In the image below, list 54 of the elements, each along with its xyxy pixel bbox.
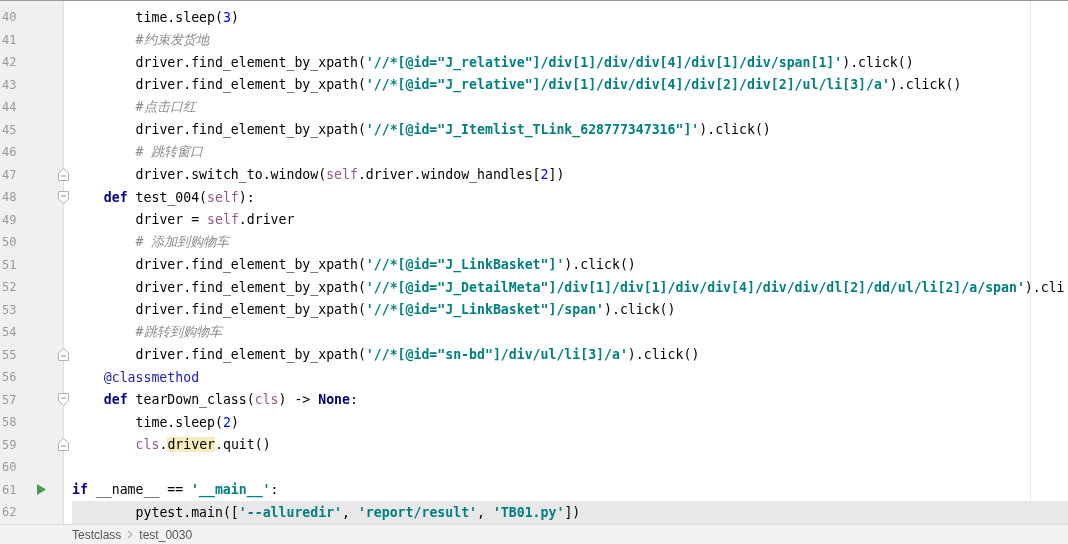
run-icon[interactable] xyxy=(35,483,47,497)
line-number: 46 xyxy=(1,145,18,160)
line-number: 59 xyxy=(1,437,18,452)
line-number: 54 xyxy=(1,325,18,340)
line-number: 47 xyxy=(1,167,18,182)
code-line: driver.find_element_by_xpath('//*[@id="J_relative"]/div[1]/div/div[4]/div[1]/div/span[1]').click() xyxy=(135,54,914,70)
line-number: 62 xyxy=(1,505,18,520)
line-number: 42 xyxy=(1,55,18,70)
code-line: driver.find_element_by_xpath('//*[@id="J_relative"]/div[1]/div/div[4]/div[2]/div[2]/ul/li[3]/a').click() xyxy=(135,77,962,93)
fold-icon[interactable] xyxy=(58,348,69,362)
code-line: time.sleep(2) xyxy=(135,414,239,430)
fold-icon[interactable] xyxy=(58,438,69,452)
code-line: driver.find_element_by_xpath('//*[@id="J_Itemlist_TLink_628777347316"]').click() xyxy=(135,122,771,138)
code-line: #跳转到购物车 xyxy=(135,323,222,342)
line-number: 48 xyxy=(1,190,18,205)
line-number: 50 xyxy=(1,235,18,250)
code-line: time.sleep(3) xyxy=(135,9,239,25)
line-number: 43 xyxy=(1,77,18,92)
fold-icon[interactable] xyxy=(58,393,69,407)
code-line: # 添加到购物车 xyxy=(135,233,230,252)
line-number: 58 xyxy=(1,415,18,430)
code-line: cls.driver.quit() xyxy=(135,437,271,453)
breadcrumb-item[interactable]: Testclass xyxy=(72,527,122,542)
code-line: driver.find_element_by_xpath('//*[@id="J_LinkBasket"]/span').click() xyxy=(135,302,676,318)
code-line: driver.switch_to.window(self.driver.window_handles[2]) xyxy=(135,167,565,183)
code-line: #约束发货地 xyxy=(135,30,209,49)
line-number: 44 xyxy=(1,100,18,115)
chevron-icon xyxy=(127,530,134,539)
code-line: pytest.main(['--alluredir', 'report/result', 'TB01.py']) xyxy=(135,504,581,520)
code-line: driver.find_element_by_xpath('//*[@id="sn-bd"]/div/ul/li[3]/a').click() xyxy=(135,347,700,363)
fold-icon[interactable] xyxy=(58,168,69,182)
fold-icon[interactable] xyxy=(58,190,69,204)
code-line: @classmethod xyxy=(103,369,200,385)
line-number: 57 xyxy=(1,392,18,407)
code-line: # 跳转窗口 xyxy=(135,143,204,162)
line-number: 53 xyxy=(1,302,18,317)
line-number: 49 xyxy=(1,212,18,227)
code-line: if __name__ == '__main__': xyxy=(72,482,279,498)
line-number: 55 xyxy=(1,347,18,362)
line-number: 41 xyxy=(1,32,18,47)
line-number: 51 xyxy=(1,257,18,272)
code-line: def tearDown_class(cls) -> None: xyxy=(103,392,358,408)
code-line: #点击口红 xyxy=(135,98,196,117)
line-number: 60 xyxy=(1,460,18,475)
line-number: 45 xyxy=(1,122,18,137)
code-line: def test_004(self): xyxy=(103,189,255,205)
line-number: 40 xyxy=(1,10,18,25)
line-number: 52 xyxy=(1,280,18,295)
code-line: driver.find_element_by_xpath('//*[@id="J_LinkBasket"]').click() xyxy=(135,257,636,273)
breadcrumb-item[interactable]: test_0030 xyxy=(139,527,193,542)
line-number: 56 xyxy=(1,370,18,385)
code-line: driver = self.driver xyxy=(135,212,295,228)
line-number: 61 xyxy=(1,482,18,497)
code-line: driver.find_element_by_xpath('//*[@id="J_DetailMeta"]/div[1]/div[1]/div/div[4]/div/div/dl[2]/dd/ul/li[2]/a/span').cli xyxy=(135,279,1065,295)
